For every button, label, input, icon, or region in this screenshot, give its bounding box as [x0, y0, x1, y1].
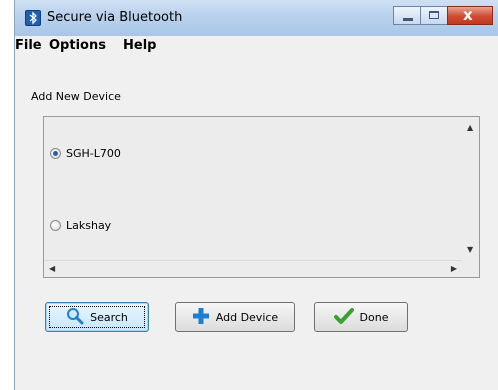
done-button[interactable]: Done — [314, 302, 408, 332]
search-button[interactable]: Search — [45, 302, 149, 332]
scroll-down-arrow-icon[interactable]: ▼ — [467, 245, 473, 254]
bluetooth-app-icon — [25, 10, 41, 26]
radio-button-checked[interactable] — [50, 148, 61, 159]
minimize-icon — [403, 18, 413, 21]
scroll-left-arrow-icon[interactable]: ◀ — [49, 264, 55, 273]
plus-icon — [192, 307, 210, 328]
vertical-scrollbar[interactable]: ▲ ▼ — [462, 117, 479, 260]
add-device-button[interactable]: Add Device — [175, 302, 295, 332]
done-label: Done — [359, 310, 389, 324]
title-bar[interactable]: Secure via Bluetooth x — [15, 0, 498, 37]
menu-help[interactable]: Help — [123, 38, 156, 53]
device-list[interactable]: SGH-L700 Lakshay ▲ ▼ ◀ ▶ — [43, 116, 480, 278]
close-button[interactable]: x — [447, 6, 493, 25]
window-title: Secure via Bluetooth — [47, 10, 183, 25]
device-name: SGH-L700 — [66, 147, 121, 160]
scroll-up-arrow-icon[interactable]: ▲ — [467, 123, 473, 132]
menu-file[interactable]: File — [15, 38, 42, 53]
search-icon — [66, 307, 84, 328]
menu-bar: File Options Help — [15, 36, 498, 56]
maximize-icon — [429, 11, 439, 19]
search-label: Search — [90, 310, 128, 324]
close-icon: x — [463, 6, 473, 24]
checkmark-icon — [333, 307, 354, 328]
add-device-label: Add Device — [215, 310, 279, 324]
maximize-button[interactable] — [420, 6, 448, 25]
device-name: Lakshay — [66, 219, 112, 232]
device-option-sgh-l700[interactable]: SGH-L700 — [50, 147, 121, 160]
menu-options[interactable]: Options — [49, 38, 106, 53]
radio-button-unchecked[interactable] — [50, 220, 61, 231]
minimize-button[interactable] — [393, 6, 421, 25]
horizontal-scrollbar[interactable]: ◀ ▶ — [44, 260, 462, 277]
device-option-lakshay[interactable]: Lakshay — [50, 219, 111, 232]
app-window: Secure via Bluetooth x File Options Help… — [14, 0, 498, 390]
scroll-right-arrow-icon[interactable]: ▶ — [451, 264, 457, 273]
section-label: Add New Device — [31, 90, 121, 103]
